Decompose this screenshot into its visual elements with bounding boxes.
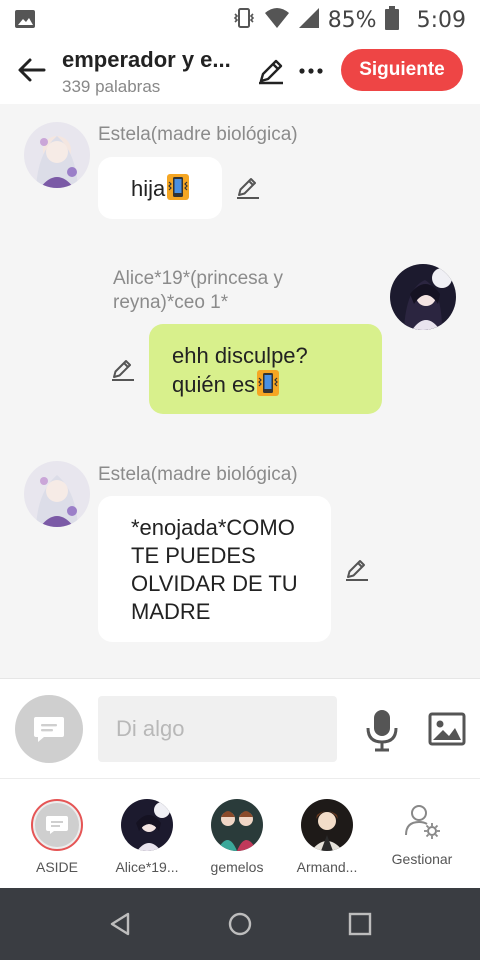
character-label: Alice*19... [115,859,179,875]
manage-users-icon [402,801,442,841]
message-text-line: ehh disculpe? [172,343,308,368]
gallery-notification-icon [14,8,36,35]
chat-bubble-icon [46,816,68,834]
message-text-line: quién es [172,372,256,397]
vibration-mode-emoji-icon [167,174,190,200]
next-button[interactable]: Siguiente [341,49,463,91]
top-bar: emperador y e... 339 palabras Siguiente [0,38,480,104]
sender-name: Estela(madre biológica) [98,464,298,485]
vibration-mode-emoji-icon [257,370,280,396]
avatar-alice[interactable] [390,264,456,330]
signal-icon [298,7,320,34]
character-label: Armand... [296,859,358,875]
input-bar [0,678,480,778]
edit-message-pencil-icon[interactable] [110,356,136,382]
sender-name: Alice*19*(princesa y reyna)*ceo 1* [113,268,284,313]
message-bubble[interactable]: *enojada*COMO TE PUEDES OLVIDAR DE TU MA… [98,496,331,642]
aside-toggle-button[interactable] [15,695,83,763]
manage-characters-button[interactable]: Gestionar [377,801,467,867]
nav-home-icon[interactable] [226,910,254,938]
nav-recents-icon[interactable] [346,910,374,938]
character-armand[interactable]: Armand... [282,799,372,875]
message-text-line: *enojada*COMO [131,515,295,540]
chat-bubble-icon [34,717,64,742]
clock: 5:09 [416,8,466,33]
message-text-line: TE PUEDES [131,543,256,568]
character-label: gemelos [210,859,264,875]
avatar [121,799,173,851]
status-bar: 85% 5:09 [0,0,480,38]
message-text: hija [131,176,166,201]
message-bubble[interactable]: ehh disculpe? quién es [149,324,382,414]
character-gemelos[interactable]: gemelos [192,799,282,875]
vibrate-icon [232,6,256,35]
character-label: Gestionar [391,851,453,867]
system-navigation-bar [0,888,480,960]
more-options-icon[interactable] [296,56,326,86]
avatar-estela[interactable] [24,461,90,527]
edit-pencil-icon[interactable] [256,56,286,86]
microphone-icon[interactable] [364,708,400,752]
message-text-line: MADRE [131,599,211,624]
message-bubble[interactable]: hija [98,157,222,219]
character-alice[interactable]: Alice*19... [102,799,192,875]
message-input[interactable] [98,696,337,762]
avatar [211,799,263,851]
avatar [301,799,353,851]
edit-message-pencil-icon[interactable] [344,556,370,582]
sender-name: Estela(madre biológica) [98,124,298,145]
wifi-icon [264,7,290,34]
chat-area[interactable]: Estela(madre biológica) hija Alice*19*(p… [0,104,480,678]
battery-percent: 85% [327,8,377,33]
back-arrow-icon[interactable] [16,54,48,86]
image-upload-icon[interactable] [428,712,466,746]
story-title: emperador y e... [62,47,231,72]
avatar-estela[interactable] [24,122,90,188]
character-label: ASIDE [35,859,78,875]
nav-back-icon[interactable] [106,910,134,938]
title-block: emperador y e... 339 palabras [62,47,252,97]
character-strip: ASIDE Alice*19... gemelos Armand... Gest… [0,778,480,888]
message-text-line: OLVIDAR DE TU [131,571,298,596]
character-aside[interactable]: ASIDE [12,799,102,875]
edit-message-pencil-icon[interactable] [235,174,261,200]
battery-icon [384,6,399,35]
word-count: 339 palabras [62,77,161,96]
aside-avatar [31,799,83,851]
